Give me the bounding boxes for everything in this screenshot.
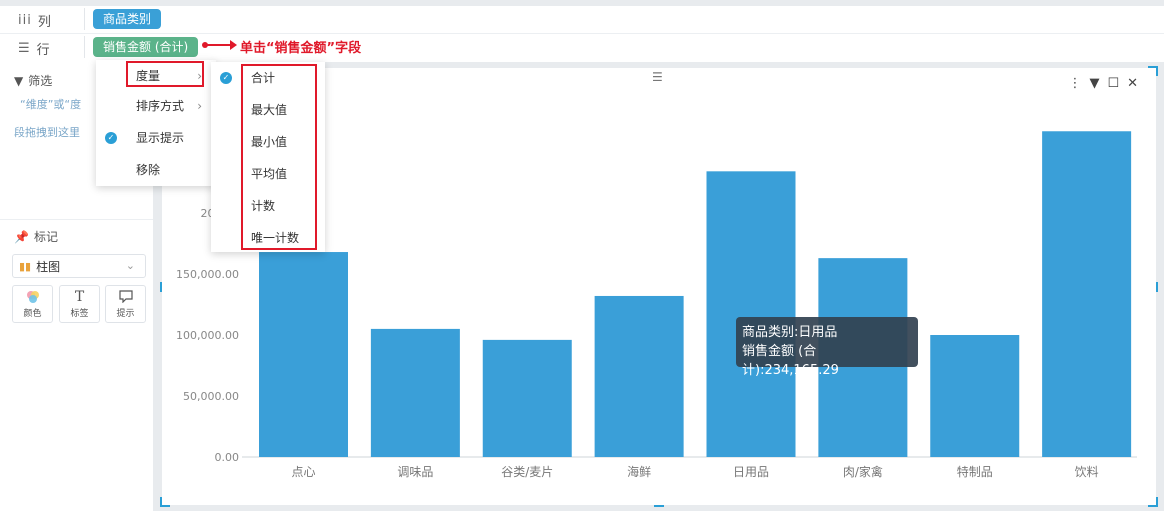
rows-icon: ☰ xyxy=(18,41,31,56)
tooltip-line1: 商品类别:日用品 xyxy=(742,325,838,340)
filter-header: ▼ 筛选 xyxy=(14,72,52,89)
label-button-label: 标签 xyxy=(70,309,89,319)
marks-header: 📌 标记 xyxy=(14,228,58,245)
chevron-down-icon: ⌄ xyxy=(125,259,135,272)
marks-title: 标记 xyxy=(33,230,58,244)
resize-handle[interactable] xyxy=(1156,66,1158,76)
menu-item-show-tooltip[interactable]: ✓ 显示提示 xyxy=(96,122,216,154)
chevron-right-icon: › xyxy=(197,99,202,113)
chart-tooltip: 商品类别:日用品 销售金额 (合计):234,165.29 xyxy=(736,317,918,378)
y-tick-label: 50,000.00 xyxy=(183,390,239,403)
filter-icon: ▼ xyxy=(14,73,24,88)
pin-icon: 📌 xyxy=(14,229,29,244)
tooltip-line2: 销售金额 (合计):234,165.29 xyxy=(742,344,839,378)
bar[interactable] xyxy=(482,339,572,457)
y-tick-label: 150,000.00 xyxy=(176,268,239,281)
rows-label-text: 行 xyxy=(36,43,50,58)
columns-icon: iii xyxy=(18,13,32,28)
menu-item-label: 显示提示 xyxy=(136,131,185,145)
resize-handle[interactable] xyxy=(1156,282,1158,292)
resize-handle[interactable] xyxy=(1156,497,1158,507)
check-icon: ✓ xyxy=(220,72,232,84)
x-tick-label: 日用品 xyxy=(733,465,769,479)
text-icon: T xyxy=(74,289,85,305)
mark-type-select[interactable]: ▮▮ 柱图 ⌄ xyxy=(12,254,146,278)
x-tick-label: 谷类/麦片 xyxy=(501,465,553,479)
annotation-highlight-box xyxy=(126,61,204,87)
bar[interactable] xyxy=(930,335,1020,457)
bar[interactable] xyxy=(594,295,684,457)
tooltip-button-label: 提示 xyxy=(116,309,135,319)
bar[interactable] xyxy=(259,252,348,457)
label-button[interactable]: T 标签 xyxy=(59,285,100,323)
app-page: iii 列 商品类别 ☰ 行 销售金额 (合计) 单击“销售金额”字段 ▼ 筛选… xyxy=(0,0,1164,511)
tooltip-icon xyxy=(106,289,145,305)
annotation-arrow xyxy=(205,40,237,50)
columns-shelf-label: iii 列 xyxy=(18,11,51,30)
bar[interactable] xyxy=(706,171,796,457)
palette-icon xyxy=(13,289,52,305)
color-button[interactable]: 颜色 xyxy=(12,285,53,323)
menu-item-remove[interactable]: 移除 xyxy=(96,154,216,186)
sales-amount-field-pill[interactable]: 销售金额 (合计) xyxy=(93,37,199,57)
x-tick-label: 特制品 xyxy=(957,464,993,479)
check-icon: ✓ xyxy=(105,132,117,144)
x-tick-label: 点心 xyxy=(291,465,315,479)
x-tick-label: 海鲜 xyxy=(627,464,651,479)
columns-shelf: iii 列 商品类别 xyxy=(0,6,1164,34)
filter-hint-line1: “维度”或“度 xyxy=(20,98,82,111)
resize-handle[interactable] xyxy=(160,497,162,507)
shelf-divider xyxy=(84,36,85,58)
y-tick-label: 0.00 xyxy=(215,451,240,464)
menu-item-sort[interactable]: 排序方式 › xyxy=(96,90,216,122)
x-tick-label: 调味品 xyxy=(397,465,433,479)
bar[interactable] xyxy=(1042,131,1132,457)
menu-item-label: 排序方式 xyxy=(136,99,185,113)
color-button-label: 颜色 xyxy=(23,309,42,319)
rows-shelf-label: ☰ 行 xyxy=(18,39,50,58)
mark-type-value: 柱图 xyxy=(36,259,61,274)
tooltip-button[interactable]: 提示 xyxy=(105,285,146,323)
resize-handle[interactable] xyxy=(160,282,162,292)
resize-handle[interactable] xyxy=(654,505,664,507)
filter-hint-line2: 段拖拽到这里 xyxy=(14,126,80,139)
panel-divider xyxy=(0,219,153,220)
x-tick-label: 肉/家禽 xyxy=(843,464,883,479)
columns-label-text: 列 xyxy=(37,15,51,30)
category-field-pill[interactable]: 商品类别 xyxy=(93,9,162,29)
x-tick-label: 饮料 xyxy=(1075,465,1099,479)
rows-shelf: ☰ 行 销售金额 (合计) xyxy=(0,34,1164,62)
bar[interactable] xyxy=(370,328,460,457)
bar-chart-icon: ▮▮ xyxy=(19,259,32,273)
annotation-text: 单击“销售金额”字段 xyxy=(240,41,362,56)
annotation-highlight-box xyxy=(241,64,317,250)
y-tick-label: 100,000.00 xyxy=(176,329,239,342)
filter-title: 筛选 xyxy=(28,74,53,88)
menu-item-label: 移除 xyxy=(136,163,161,177)
shelf-divider xyxy=(84,8,85,30)
